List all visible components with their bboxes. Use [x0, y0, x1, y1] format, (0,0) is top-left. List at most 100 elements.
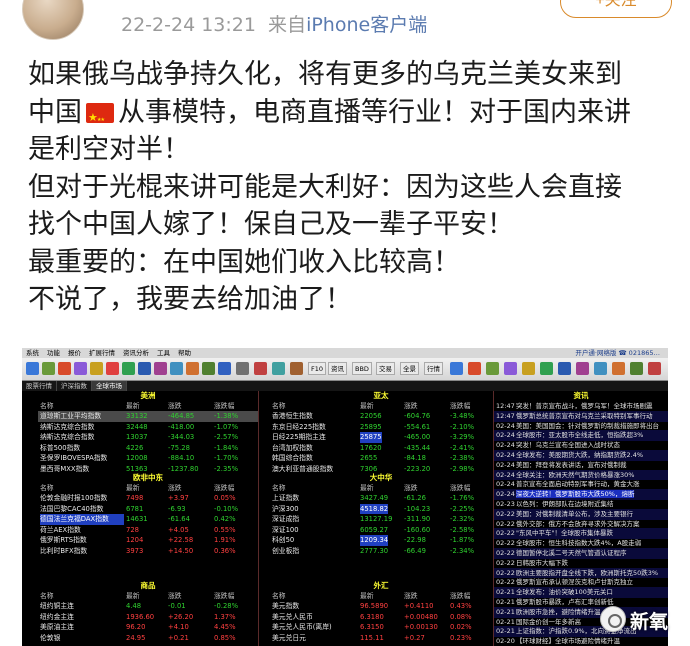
quote-row[interactable]: 纳斯达克综合指数 32448 -418.00 -1.07%	[38, 422, 258, 433]
quote-row[interactable]: 创业板指 2777.30 -66.49 -2.34%	[270, 546, 492, 557]
column-header[interactable]: 涨跌	[404, 401, 418, 411]
toolbar-bbd[interactable]: BBD	[352, 362, 372, 375]
news-headline: 美国：拜登将发表讲话，宣布对俄制裁	[516, 460, 627, 469]
column-header[interactable]: 名称	[40, 483, 54, 493]
column-header[interactable]: 涨跌	[168, 483, 182, 493]
column-header[interactable]: 涨跌幅	[450, 483, 470, 493]
quote-row[interactable]: 科创50 1209.34 -22.98 -1.87%	[270, 535, 492, 546]
quote-change: +14.50	[168, 547, 194, 555]
toolbar-trade[interactable]: 交易	[376, 362, 395, 375]
quote-change: -0.01	[168, 602, 186, 610]
column-header[interactable]: 名称	[40, 401, 54, 411]
quote-last: 14631	[126, 515, 148, 524]
market-panel: 欧非中东名称 最新 涨跌 涨跌幅 伦敦金融时报100指数 7498 +3.97 0.05% 法国…	[38, 473, 258, 565]
quote-last: 3973	[126, 547, 144, 555]
toolbar-quote[interactable]: 行情	[424, 362, 443, 375]
quote-change: -104.23	[404, 504, 431, 513]
column-header[interactable]: 名称	[272, 401, 286, 411]
star-icon	[90, 362, 103, 375]
column-header[interactable]: 涨跌幅	[214, 591, 234, 601]
menu-account-info: 开户通·网络版 ☎ 021865…	[575, 349, 660, 357]
toolbar-news[interactable]: 资讯	[328, 362, 347, 375]
quote-change: -84.18	[404, 454, 426, 463]
quote-row[interactable]: 美元兑人民币 6.3180 +0.00480 0.08%	[270, 612, 492, 623]
column-header[interactable]: 名称	[272, 483, 286, 493]
quote-row[interactable]: 俄罗斯RTS指数 1204 +22.58 1.91%	[38, 535, 258, 546]
follow-button[interactable]: +关注	[560, 0, 672, 18]
quote-row[interactable]: 伦敦金融时报100指数 7498 +3.97 0.05%	[38, 493, 258, 504]
news-headline: 深夜大逆转！俄罗斯股市大跌50%，熔断	[516, 490, 635, 499]
quote-row[interactable]: 法国巴黎CAC40指数 6781 -6.93 -0.10%	[38, 504, 258, 515]
pie-icon	[154, 362, 167, 375]
toolbar-panorama[interactable]: 全景	[400, 362, 419, 375]
exit-icon	[648, 362, 661, 375]
back-icon	[42, 362, 55, 375]
quote-last: 22056	[360, 412, 382, 420]
column-header[interactable]: 最新	[126, 483, 140, 493]
quote-last: 6781	[126, 504, 144, 513]
quote-row[interactable]: 圣保罗IBOVESPA指数 12008 -884.10 -1.70%	[38, 453, 258, 464]
zoom-icon	[218, 362, 231, 375]
column-header[interactable]: 最新	[126, 401, 140, 411]
post-source-link[interactable]: iPhone客户端	[306, 14, 427, 36]
column-header[interactable]: 涨跌	[168, 591, 182, 601]
panel-divider	[258, 391, 259, 646]
quote-row[interactable]: 德国法兰克福DAX指数 14631 -61.64 0.42%	[38, 514, 258, 525]
quote-row[interactable]: 东京日经225指数 25895 -554.61 -2.10%	[270, 422, 492, 433]
quote-row[interactable]: 美原油主连 96.20 +4.10 4.45%	[38, 622, 258, 633]
column-header[interactable]: 涨跌幅	[214, 401, 234, 411]
market-panel-title: 欧非中东	[133, 473, 163, 482]
quote-row[interactable]: 美元兑人民币(离岸) 6.3150 +0.00130 0.02%	[270, 622, 492, 633]
column-header[interactable]: 涨跌	[168, 401, 182, 411]
quote-change: -61.26	[404, 494, 426, 502]
quote-row[interactable]: 日经225期指主连 25875 -465.00 -3.29%	[270, 432, 492, 443]
quote-row[interactable]: 沪深300 4518.82 -104.23 -2.25%	[270, 503, 492, 515]
quote-row[interactable]: 台湾加权指数 17620 -435.44 -2.41%	[270, 443, 492, 454]
column-header[interactable]: 涨跌	[404, 591, 418, 601]
column-header[interactable]: 最新	[360, 591, 374, 601]
quote-name: 圣保罗IBOVESPA指数	[40, 454, 108, 463]
quote-row[interactable]: 比利时BFX指数 3973 +14.50 0.36%	[38, 546, 258, 557]
toolbar-f10[interactable]: F10	[308, 362, 327, 375]
menu-item-ext: 扩展行情	[89, 349, 115, 357]
column-header[interactable]: 涨跌幅	[450, 591, 470, 601]
column-header[interactable]: 最新	[126, 591, 140, 601]
quote-row[interactable]: 香港恒生指数 22056 -604.76 -3.48%	[270, 411, 492, 422]
quote-change: +0.4110	[404, 602, 434, 610]
tab-index[interactable]: 沪深指数	[57, 381, 92, 391]
column-header[interactable]: 涨跌	[404, 483, 418, 493]
quote-row[interactable]: 美元兑日元 115.11 +0.27 0.23%	[270, 633, 492, 644]
quote-change-pct: -2.57%	[214, 433, 239, 442]
trading-terminal-screenshot[interactable]: 系统 功能 报价 扩展行情 资讯分析 工具 帮助 开户通·网络版 ☎ 021865… F10…	[22, 348, 668, 646]
quote-row[interactable]: 纽约铜主连 4.48 -0.01 -0.28%	[38, 601, 258, 612]
quote-row[interactable]: 纽约金主连 1936.60 +26.20 1.37%	[38, 612, 258, 623]
news-time: 02-20	[496, 637, 515, 646]
quote-change-pct: -0.28%	[214, 602, 239, 610]
quote-name: 美元指数	[272, 602, 300, 610]
avatar[interactable]	[22, 0, 84, 40]
news-headline: 俄罗斯总统普京宣布对乌克兰采取特别军事行动	[516, 411, 653, 420]
quote-name: 深证100	[272, 525, 299, 534]
quote-row[interactable]: 深证成指 13127.19 -311.90 -2.32%	[270, 514, 492, 525]
quote-row[interactable]: 伦敦银 24.95 +0.21 0.85%	[38, 633, 258, 644]
post-header: 22-2-24 13:21 来自iPhone客户端 +关注	[0, 0, 690, 40]
column-header[interactable]: 名称	[272, 591, 286, 601]
quote-row[interactable]: 美元指数 96.5890 +0.4110 0.43%	[270, 601, 492, 612]
quote-row[interactable]: 深证100 6059.27 -160.60 -2.58%	[270, 525, 492, 536]
tab-global-market[interactable]: 全球市场	[92, 381, 127, 391]
quote-row[interactable]: 标普500指数 4226 -75.28 -1.84%	[38, 443, 258, 454]
quote-row[interactable]: 道琼斯工业平均指数 33132 -464.85 -1.38%	[38, 411, 258, 422]
quote-row[interactable]: 纳斯达克综合指数 13037 -344.03 -2.57%	[38, 432, 258, 443]
market-panel-title: 大中华	[369, 473, 393, 482]
quote-row[interactable]: 韩国综合指数 2655 -84.18 -2.38%	[270, 453, 492, 464]
tab-stock-quotes[interactable]: 股票行情	[22, 381, 57, 391]
quote-change: +4.05	[168, 525, 189, 534]
column-header[interactable]: 最新	[360, 483, 374, 493]
market-panel: 亚太 名称 最新 涨跌 涨跌幅 香港恒生指数 22056 -604.76 -3.48% 东京日经2…	[270, 391, 492, 483]
quote-row[interactable]: 上证指数 3427.49 -61.26 -1.76%	[270, 493, 492, 504]
quote-row[interactable]: 荷兰AEX指数 728 +4.05 0.55%	[38, 525, 258, 536]
column-header[interactable]: 最新	[360, 401, 374, 411]
column-header[interactable]: 涨跌幅	[450, 401, 470, 411]
column-header[interactable]: 涨跌幅	[214, 483, 234, 493]
column-header[interactable]: 名称	[40, 591, 54, 601]
